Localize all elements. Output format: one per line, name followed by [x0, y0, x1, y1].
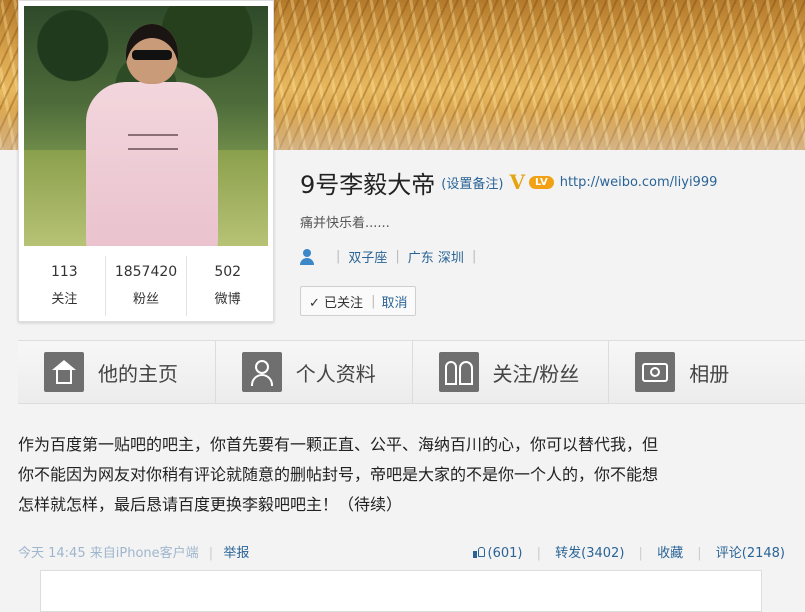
post-text: 作为百度第一贴吧的吧主，你首先要有一颗正直、公平、海纳百川的心，你可以替代我，但… [18, 430, 805, 520]
report-link[interactable]: 举报 [223, 546, 249, 561]
person-icon [241, 352, 282, 392]
weibo-post: 作为百度第一贴吧的吧主，你首先要有一颗正直、公平、海纳百川的心，你可以替代我，但… [18, 430, 805, 561]
tab-follow-fans[interactable]: 关注/粉丝 [411, 341, 609, 403]
people-icon [438, 352, 479, 392]
zodiac-link[interactable]: 双子座 [348, 247, 387, 266]
comment-area[interactable] [40, 570, 762, 612]
repost-button[interactable]: 转发(3402) [555, 546, 624, 561]
comment-button[interactable]: 评论(2148) [716, 546, 785, 561]
favorite-button[interactable]: 收藏 [657, 546, 683, 561]
post-text-line: 作为百度第一贴吧的吧主，你首先要有一颗正直、公平、海纳百川的心，你可以替代我，但 [18, 435, 659, 454]
meta-divider: | [471, 249, 477, 264]
like-button[interactable]: (601) [472, 546, 523, 561]
meta-divider: | [208, 546, 214, 561]
location-link[interactable]: 广东 深圳 [408, 247, 464, 266]
post-meta: 今天 14:45 来自iPhone客户端 | 举报 (601) | 转发(340… [18, 542, 805, 562]
followed-label: 已关注 [324, 295, 364, 311]
stat-followers-count: 1857420 [114, 264, 178, 280]
tab-album[interactable]: 相册 [608, 341, 805, 403]
post-actions: (601) | 转发(3402) | 收藏 | 评论(2148) [472, 542, 785, 561]
stat-followers[interactable]: 1857420 粉丝 [104, 256, 187, 316]
profile-bio: 痛并快乐着...... [300, 216, 390, 231]
tab-home[interactable]: 他的主页 [18, 341, 215, 403]
stat-posts[interactable]: 502 微博 [186, 256, 268, 316]
action-divider: | [536, 546, 542, 561]
post-text-line: 怎样就怎样，最后恳请百度更换李毅吧吧主！（待续） [18, 495, 403, 514]
profile-stats: 113 关注 1857420 粉丝 502 微博 [24, 256, 268, 316]
stat-followers-label: 粉丝 [133, 292, 160, 307]
post-time[interactable]: 今天 14:45 [18, 546, 86, 561]
thumbs-up-icon [472, 546, 486, 558]
avatar-shirt-print [128, 134, 178, 150]
follow-status-box: ✓ 已关注 | 取消 [300, 286, 417, 316]
avatar-sunglasses [132, 50, 172, 60]
profile-url-link[interactable]: http://weibo.com/liyi999 [560, 175, 718, 190]
verified-v-icon: V [509, 170, 525, 194]
post-text-line: 你不能因为网友对你稍有评论就随意的删帖封号，帝吧是大家的不是你一个人的，你不能想 [18, 465, 659, 484]
action-divider: | [697, 546, 702, 561]
followed-indicator: ✓ 已关注 [301, 292, 371, 311]
stat-following-count: 113 [50, 264, 78, 280]
stat-following-label: 关注 [51, 292, 78, 307]
tab-profile-info-label: 个人资料 [295, 361, 376, 386]
profile-meta: | 双子座 | 广东 深圳 | [300, 247, 484, 266]
level-badge: LV [528, 175, 554, 189]
set-remark-link[interactable]: (设置备注) [441, 173, 503, 192]
meta-divider: | [336, 249, 341, 264]
post-source[interactable]: 来自iPhone客户端 [90, 546, 199, 561]
action-divider: | [638, 546, 643, 561]
profile-tabs: 他的主页 个人资料 关注/粉丝 相册 [18, 340, 805, 404]
user-gender-icon [300, 248, 314, 265]
tab-follow-fans-label: 关注/粉丝 [492, 361, 580, 386]
stat-posts-label: 微博 [214, 292, 241, 307]
check-icon: ✓ [309, 295, 320, 311]
stat-posts-count: 502 [214, 264, 242, 280]
camera-icon [635, 352, 676, 392]
profile-name: 9号李毅大帝 [300, 170, 436, 199]
avatar[interactable] [24, 6, 268, 246]
tab-album-label: 相册 [689, 361, 730, 386]
profile-header: 9号李毅大帝 (设置备注) V LV http://weibo.com/liyi… [300, 162, 717, 202]
stat-following[interactable]: 113 关注 [24, 256, 105, 316]
meta-divider: | [395, 249, 400, 264]
post-meta-left: 今天 14:45 来自iPhone客户端 | 举报 [18, 542, 249, 561]
unfollow-button[interactable]: 取消 [375, 292, 415, 311]
like-count: (601) [487, 546, 523, 561]
avatar-person-body [86, 82, 218, 246]
tab-home-label: 他的主页 [98, 361, 178, 386]
profile-card: 113 关注 1857420 粉丝 502 微博 [18, 0, 274, 322]
tab-profile-info[interactable]: 个人资料 [214, 341, 412, 403]
home-icon [44, 352, 84, 392]
